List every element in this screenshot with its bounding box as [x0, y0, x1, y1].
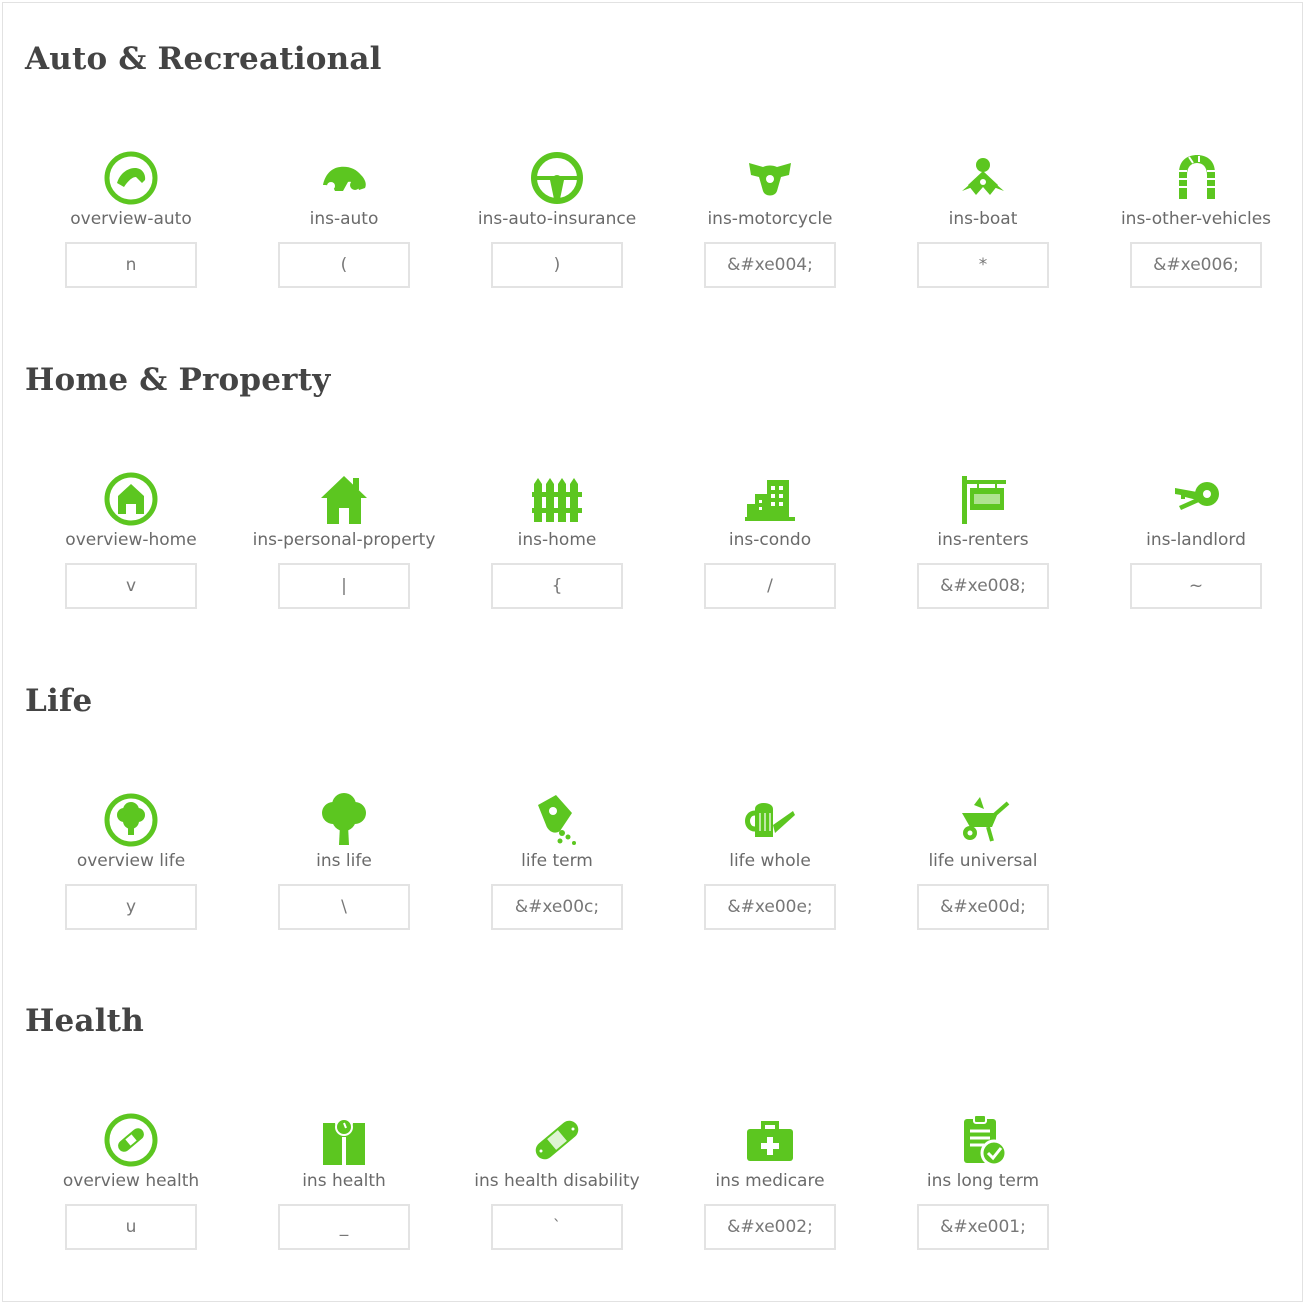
- glyph-label: life universal: [928, 851, 1038, 871]
- glyph-cell: life universal &#xe00d;: [883, 791, 1083, 941]
- bandage-icon: [528, 1111, 586, 1169]
- glyph-label: overview-auto: [70, 209, 192, 229]
- section-title: Health: [25, 1003, 144, 1039]
- glyph-label: ins-other-vehicles: [1120, 209, 1272, 229]
- glyph-label: ins-condo: [728, 530, 812, 550]
- buildings-icon: [741, 470, 799, 528]
- glyph-cell: life whole &#xe00e;: [670, 791, 870, 941]
- glyph-label: ins long term: [926, 1171, 1040, 1191]
- glyph-code-field[interactable]: v: [65, 563, 197, 609]
- glyph-cell: ins-home {: [457, 470, 657, 620]
- glyph-label: ins-auto: [309, 209, 379, 229]
- glyph-cell: ins health _: [244, 1111, 444, 1261]
- glyph-code-field[interactable]: `: [491, 1204, 623, 1250]
- glyph-code-field[interactable]: &#xe008;: [917, 563, 1049, 609]
- glyph-code-field[interactable]: u: [65, 1204, 197, 1250]
- overview-auto-icon: [102, 149, 160, 207]
- glyph-code-field[interactable]: &#xe00d;: [917, 884, 1049, 930]
- icon-reference-panel: Auto & Recreational overview-auto n ins-…: [2, 2, 1303, 1302]
- glyph-label: ins-motorcycle: [707, 209, 833, 229]
- sign-icon: [954, 470, 1012, 528]
- glyph-code-field[interactable]: &#xe00c;: [491, 884, 623, 930]
- overview-home-icon: [102, 470, 160, 528]
- glyph-label: ins-boat: [948, 209, 1018, 229]
- glyph-cell: ins health disability `: [457, 1111, 657, 1261]
- key-icon: [1167, 470, 1225, 528]
- glyph-code-field[interactable]: &#xe00e;: [704, 884, 836, 930]
- glyph-label: ins life: [316, 851, 372, 871]
- glyph-code-field[interactable]: &#xe001;: [917, 1204, 1049, 1250]
- house-icon: [315, 470, 373, 528]
- glyph-cell: ins long term &#xe001;: [883, 1111, 1083, 1261]
- glyph-cell: ins-personal-property |: [244, 470, 444, 620]
- glyph-code-field[interactable]: *: [917, 242, 1049, 288]
- tree-icon: [315, 791, 373, 849]
- glyph-cell: overview-home v: [31, 470, 231, 620]
- glyph-cell: ins-boat *: [883, 149, 1083, 299]
- glyph-cell: overview-auto n: [31, 149, 231, 299]
- seed-bag-icon: [528, 791, 586, 849]
- steering-wheel-icon: [528, 149, 586, 207]
- overview-health-icon: [102, 1111, 160, 1169]
- glyph-code-field[interactable]: y: [65, 884, 197, 930]
- glyph-label: ins medicare: [715, 1171, 825, 1191]
- glyph-cell: ins medicare &#xe002;: [670, 1111, 870, 1261]
- glyph-cell: ins-auto-insurance ): [457, 149, 657, 299]
- glyph-label: ins-renters: [937, 530, 1029, 550]
- glyph-code-field[interactable]: |: [278, 563, 410, 609]
- glyph-code-field[interactable]: \: [278, 884, 410, 930]
- clipboard-check-icon: [954, 1111, 1012, 1169]
- glyph-code-field[interactable]: ~: [1130, 563, 1262, 609]
- glyph-cell: ins-renters &#xe008;: [883, 470, 1083, 620]
- wheelbarrow-icon: [954, 791, 1012, 849]
- section-title: Life: [25, 683, 93, 719]
- car-icon: [315, 149, 373, 207]
- section-title: Home & Property: [25, 362, 331, 398]
- glyph-code-field[interactable]: (: [278, 242, 410, 288]
- glyph-cell: ins-motorcycle &#xe004;: [670, 149, 870, 299]
- glyph-code-field[interactable]: {: [491, 563, 623, 609]
- glyph-cell: overview life y: [31, 791, 231, 941]
- glyph-cell: ins-auto (: [244, 149, 444, 299]
- glyph-code-field[interactable]: &#xe002;: [704, 1204, 836, 1250]
- boat-icon: [954, 149, 1012, 207]
- glyph-label: overview life: [76, 851, 186, 871]
- glyph-label: overview health: [62, 1171, 200, 1191]
- glyph-cell: overview health u: [31, 1111, 231, 1261]
- glyph-cell: ins-other-vehicles &#xe006;: [1096, 149, 1296, 299]
- glyph-code-field[interactable]: n: [65, 242, 197, 288]
- glyph-label: ins-landlord: [1146, 530, 1246, 550]
- glyph-code-field[interactable]: ): [491, 242, 623, 288]
- glyph-code-field[interactable]: &#xe006;: [1130, 242, 1262, 288]
- glyph-cell: ins life \: [244, 791, 444, 941]
- glyph-label: overview-home: [65, 530, 197, 550]
- glyph-label: ins health disability: [474, 1171, 640, 1191]
- glyph-label: ins-home: [517, 530, 597, 550]
- medical-kit-icon: [741, 1111, 799, 1169]
- motorcycle-icon: [741, 149, 799, 207]
- glyph-cell: ins-condo /: [670, 470, 870, 620]
- glyph-label: ins health: [302, 1171, 386, 1191]
- section-title: Auto & Recreational: [25, 41, 382, 77]
- glyph-cell: life term &#xe00c;: [457, 791, 657, 941]
- glyph-code-field[interactable]: &#xe004;: [704, 242, 836, 288]
- watering-can-icon: [741, 791, 799, 849]
- tire-icon: [1167, 149, 1225, 207]
- overview-life-icon: [102, 791, 160, 849]
- scale-icon: [315, 1111, 373, 1169]
- glyph-code-field[interactable]: _: [278, 1204, 410, 1250]
- glyph-label: life whole: [729, 851, 811, 871]
- glyph-code-field[interactable]: /: [704, 563, 836, 609]
- fence-icon: [528, 470, 586, 528]
- glyph-label: life term: [521, 851, 593, 871]
- glyph-cell: ins-landlord ~: [1096, 470, 1296, 620]
- glyph-label: ins-auto-insurance: [477, 209, 637, 229]
- glyph-label: ins-personal-property: [252, 530, 436, 550]
